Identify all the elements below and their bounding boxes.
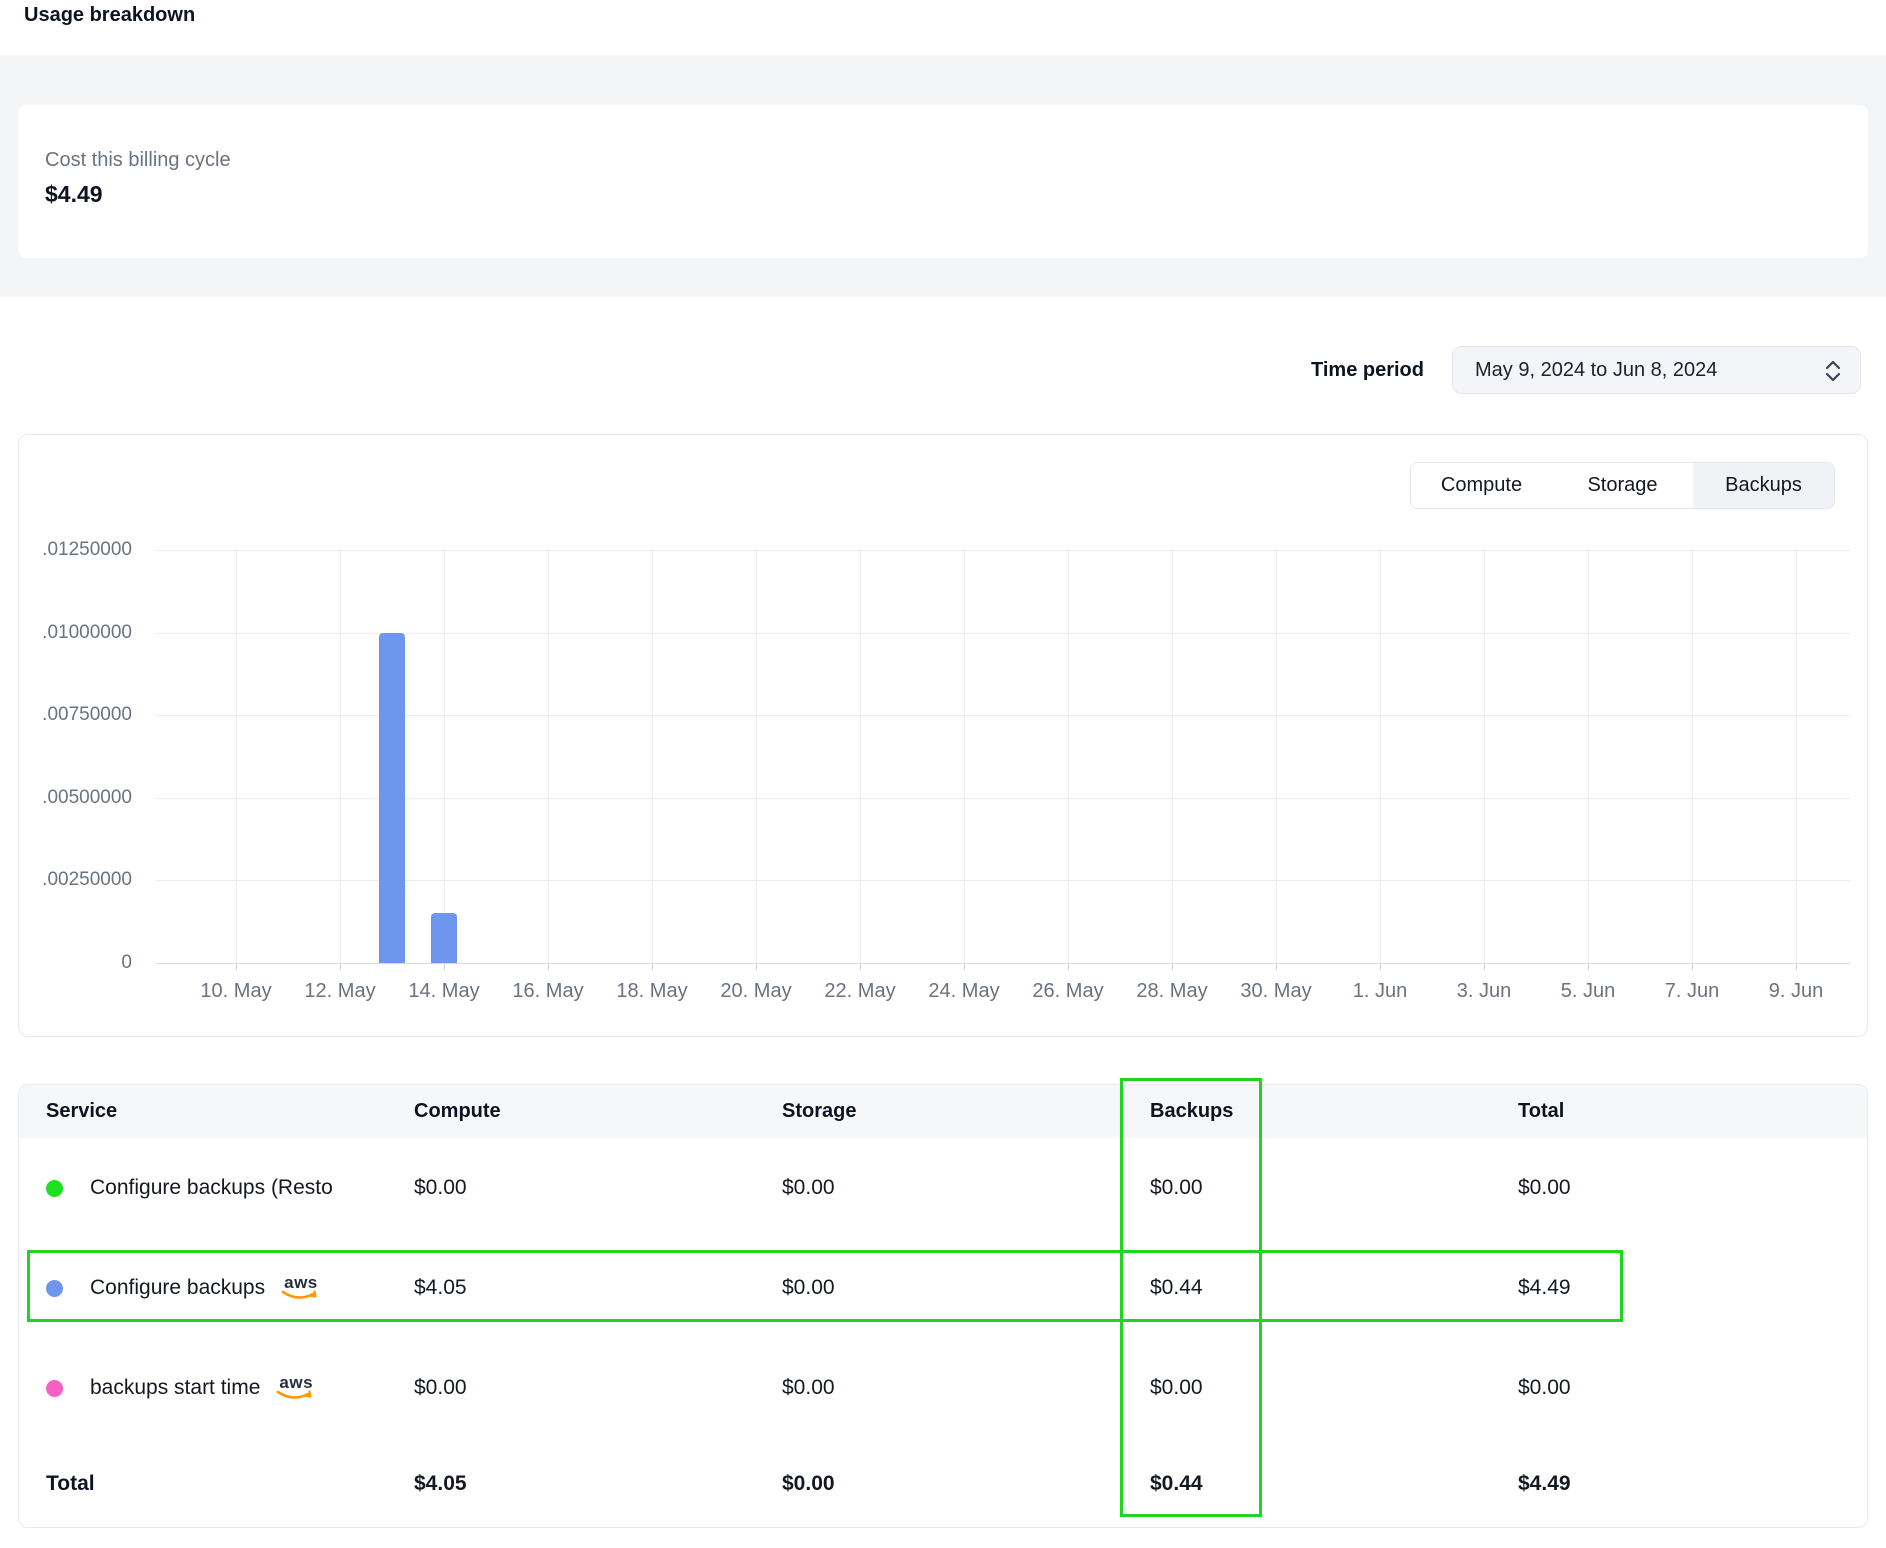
table-row: Configure backups aws $4.05 $0.00 $0.44 … (19, 1238, 1867, 1338)
usage-bar-13-May (379, 633, 405, 963)
table-total-row: Total $4.05 $0.00 $0.44 $4.49 (19, 1438, 1867, 1528)
usage-table: Service Compute Storage Backups Total Co… (18, 1084, 1868, 1528)
y-axis-tick-label: 0 (22, 952, 132, 974)
time-period-value: May 9, 2024 to Jun 8, 2024 (1475, 347, 1717, 393)
billing-summary-band: Cost this billing cycle $4.49 (0, 55, 1886, 297)
total-cost-cell: $4.49 (1518, 1238, 1571, 1338)
backups-usage-bar-chart: .01250000 .01000000 .00750000 .00500000 .002… (19, 435, 1867, 1036)
table-row: Configure backups (Resto $0.00 $0.00 $0.… (19, 1138, 1867, 1238)
total-storage-cell: $0.00 (782, 1438, 835, 1528)
usage-bar-14-May (431, 913, 457, 963)
total-cost-cell: $0.00 (1518, 1338, 1571, 1438)
time-period-select[interactable]: May 9, 2024 to Jun 8, 2024 (1452, 346, 1861, 394)
column-header-compute: Compute (414, 1085, 501, 1138)
backups-cost-cell: $0.44 (1150, 1238, 1203, 1338)
x-axis-tick-label: 26. May (1016, 980, 1120, 1003)
billing-cycle-label: Cost this billing cycle (45, 149, 231, 172)
usage-table-header: Service Compute Storage Backups Total (19, 1085, 1867, 1138)
x-axis-tick-label: 3. Jun (1432, 980, 1536, 1003)
time-period-label: Time period (1311, 346, 1424, 394)
storage-cost-cell: $0.00 (782, 1338, 835, 1438)
backups-cost-cell: $0.00 (1150, 1138, 1203, 1238)
total-cost-cell: $0.00 (1518, 1138, 1571, 1238)
x-axis-tick-label: 10. May (184, 980, 288, 1003)
total-compute-cell: $4.05 (414, 1438, 467, 1528)
x-axis-tick-label: 12. May (288, 980, 392, 1003)
chevron-up-down-icon (1822, 359, 1844, 383)
series-color-dot (46, 1280, 63, 1297)
compute-cost-cell: $4.05 (414, 1238, 467, 1338)
x-axis-tick-label: 18. May (600, 980, 704, 1003)
service-cell: backups start time aws (46, 1338, 314, 1438)
y-axis-tick-label: .01250000 (22, 539, 132, 561)
time-period-row: Time period May 9, 2024 to Jun 8, 2024 (0, 346, 1868, 394)
billing-summary-card: Cost this billing cycle $4.49 (18, 105, 1868, 258)
service-name: Configure backups (Resto (90, 1176, 333, 1200)
aws-logo: aws (276, 1373, 314, 1403)
storage-cost-cell: $0.00 (782, 1138, 835, 1238)
y-axis-tick-label: .00750000 (22, 704, 132, 726)
usage-chart-card: Compute Storage Backups .01250000.010000… (18, 434, 1868, 1037)
service-cell: Configure backups aws (46, 1238, 319, 1338)
column-header-backups: Backups (1150, 1085, 1233, 1138)
column-header-total: Total (1518, 1085, 1564, 1138)
series-color-dot (46, 1380, 63, 1397)
service-name: backups start time (90, 1376, 260, 1400)
page-title: Usage breakdown (24, 4, 195, 27)
x-axis-tick-label: 9. Jun (1744, 980, 1848, 1003)
x-axis-tick-label: 30. May (1224, 980, 1328, 1003)
aws-logo: aws (281, 1273, 319, 1303)
y-axis-tick-label: .01000000 (22, 622, 132, 644)
x-axis-tick-label: 16. May (496, 980, 600, 1003)
billing-cycle-amount: $4.49 (45, 181, 103, 208)
x-axis-tick-label: 28. May (1120, 980, 1224, 1003)
y-axis-tick-label: .00250000 (22, 869, 132, 891)
backups-cost-cell: $0.00 (1150, 1338, 1203, 1438)
total-backups-cell: $0.44 (1150, 1438, 1203, 1528)
x-axis-tick-label: 1. Jun (1328, 980, 1432, 1003)
compute-cost-cell: $0.00 (414, 1338, 467, 1438)
x-axis-tick-label: 14. May (392, 980, 496, 1003)
total-total-cell: $4.49 (1518, 1438, 1571, 1528)
x-axis-tick-label: 7. Jun (1640, 980, 1744, 1003)
compute-cost-cell: $0.00 (414, 1138, 467, 1238)
x-axis-tick-label: 5. Jun (1536, 980, 1640, 1003)
table-row: backups start time aws $0.00 $0.00 $0.00… (19, 1338, 1867, 1438)
x-axis-tick-label: 22. May (808, 980, 912, 1003)
storage-cost-cell: $0.00 (782, 1238, 835, 1338)
x-axis-tick-label: 20. May (704, 980, 808, 1003)
service-cell: Configure backups (Resto (46, 1138, 333, 1238)
series-color-dot (46, 1180, 63, 1197)
x-axis-tick-label: 24. May (912, 980, 1016, 1003)
total-row-label: Total (46, 1438, 95, 1528)
y-axis-tick-label: .00500000 (22, 787, 132, 809)
column-header-storage: Storage (782, 1085, 856, 1138)
service-name: Configure backups (90, 1276, 265, 1300)
column-header-service: Service (46, 1085, 117, 1138)
usage-breakdown-page: Usage breakdown Cost this billing cycle … (0, 0, 1886, 1548)
